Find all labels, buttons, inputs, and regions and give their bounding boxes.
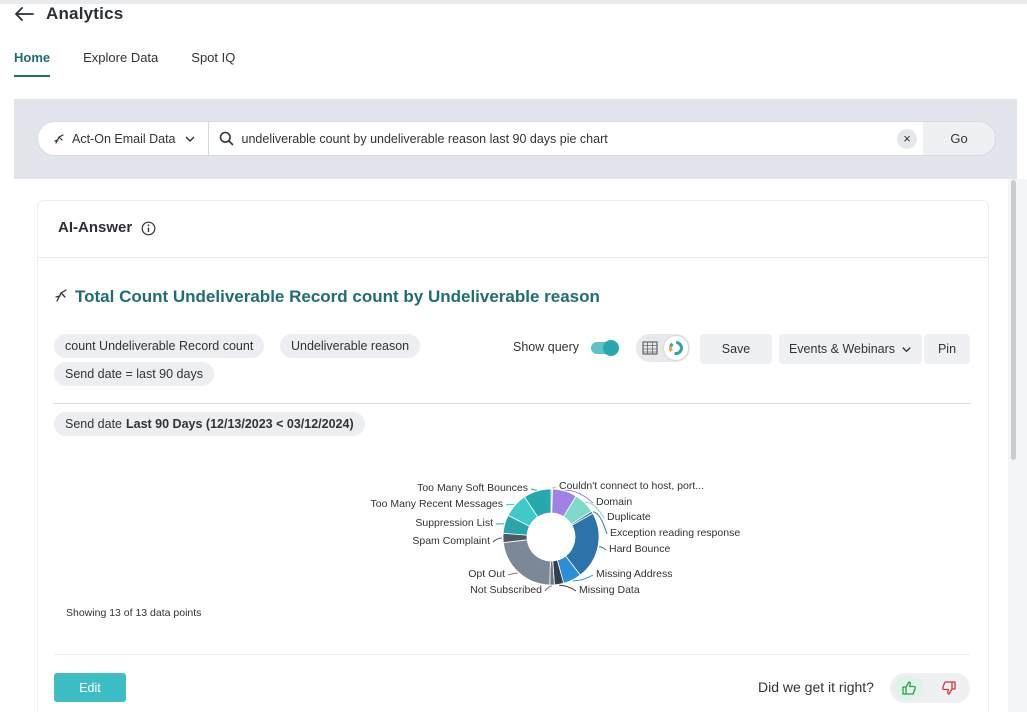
show-query-toggle[interactable] [591,340,619,356]
app-title: Analytics [46,4,124,23]
search-bar: Act-On Email Data undeliverable count by… [38,122,995,155]
pie-slice-label: Too Many Soft Bounces [417,482,528,494]
chevron-down-icon [184,135,195,142]
tab-spot-iq[interactable]: Spot IQ [191,50,235,77]
filter-value: Last 90 Days (12/13/2023 < 03/12/2024) [126,417,354,431]
leader-line [530,488,537,491]
leader-line [598,546,607,551]
pie-slice-label: Missing Address [596,568,673,580]
filter-label: Send date [65,417,122,431]
tab-explore-data[interactable]: Explore Data [83,50,158,77]
info-icon[interactable] [141,221,156,236]
leader-line [559,584,577,592]
pie-slice-label: Not Subscribed [470,584,542,596]
pie-slice-label: Duplicate [607,511,651,523]
pin-button[interactable]: Pin [924,334,970,364]
data-source-icon [54,133,64,144]
pie-slice-label: Too Many Recent Messages [370,498,503,510]
query-chip-measure[interactable]: count Undeliverable Record count [54,334,265,358]
liveboard-selector[interactable]: Events & Webinars [779,334,922,364]
query-chip-filter[interactable]: Send date = last 90 days [54,362,214,386]
chart-view-icon[interactable] [664,336,688,360]
divider [38,257,988,258]
leader-line [492,537,503,543]
leader-line [544,585,553,592]
divider [54,654,970,655]
pie-slice-label: Suppression List [415,517,493,529]
edit-button[interactable]: Edit [54,673,126,702]
pie-chart: Couldn't connect to host, port... Domain D… [308,476,741,606]
chevron-down-icon [902,346,911,352]
back-arrow-icon[interactable] [13,5,35,23]
leader-line [551,486,557,489]
pie-slice-label: Couldn't connect to host, port... [559,480,705,492]
divider [54,403,970,404]
answer-title: Total Count Undeliverable Record count b… [75,287,600,306]
tab-home[interactable]: Home [14,50,51,77]
feedback-question: Did we get it right? [758,679,874,695]
search-icon [219,131,233,146]
go-button[interactable]: Go [923,122,995,155]
search-band: Act-On Email Data undeliverable count by… [14,99,1017,179]
save-button[interactable]: Save [700,334,772,364]
data-source-selector[interactable]: Act-On Email Data [38,122,209,155]
search-input[interactable]: undeliverable count by undeliverable rea… [209,131,897,146]
leader-line [505,503,515,506]
pie-slice-label: Missing Data [579,584,640,596]
search-query-text: undeliverable count by undeliverable rea… [241,131,608,146]
main-tabs: Home Explore Data Spot IQ [14,50,268,77]
pie-slice-label: Spam Complaint [412,535,490,547]
pie-slice-label: Exception reading response [610,527,741,539]
show-query-label: Show query [513,340,580,354]
data-points-count: Showing 13 of 13 data points [66,607,202,619]
thumbs-up-icon[interactable] [894,676,924,700]
data-source-label: Act-On Email Data [72,131,176,146]
pie-slice-label: Domain [596,496,633,508]
ai-sparkle-icon [54,287,70,303]
clear-search-icon[interactable]: × [897,128,917,149]
top-border [0,0,1027,4]
ai-answer-panel: AI-Answer Total Count Undeliverable Reco… [38,201,988,712]
view-switcher [636,334,690,362]
pie-slice-label: Opt Out [468,568,505,580]
section-title: AI-Answer [58,219,133,236]
leader-line [507,572,518,576]
thumbs-down-icon[interactable] [934,676,964,700]
pie-slice-label: Hard Bounce [609,543,671,555]
date-filter-chip[interactable]: Send date Last 90 Days (12/13/2023 < 03/… [54,412,365,436]
toggle-knob [603,340,619,356]
table-view-icon[interactable] [640,338,660,358]
query-chip-attribute[interactable]: Undeliverable reason [280,334,421,358]
liveboard-label: Events & Webinars [788,342,896,356]
scrollbar-thumb[interactable] [1011,180,1016,460]
pie-slice[interactable] [502,539,551,586]
feedback-buttons [890,673,970,703]
